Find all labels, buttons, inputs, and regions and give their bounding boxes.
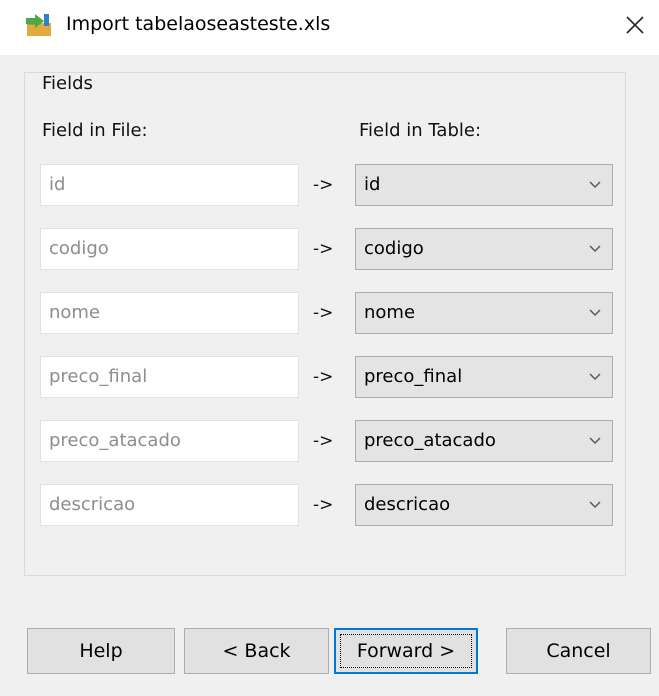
close-button[interactable] (618, 8, 652, 42)
help-button[interactable]: Help (27, 628, 175, 674)
forward-button-label: Forward > (339, 634, 473, 668)
back-button[interactable]: < Back (184, 628, 329, 674)
mapping-row: id -> id (0, 164, 659, 210)
chevron-down-icon (589, 245, 601, 252)
chevron-down-icon (589, 181, 601, 188)
back-button-label: < Back (222, 640, 291, 662)
file-field-input[interactable]: descricao (40, 484, 299, 526)
table-field-value: preco_atacado (364, 430, 496, 451)
import-dialog: Import tabelaoseasteste.xls Fields Field… (0, 0, 659, 696)
import-arrow-icon (26, 14, 51, 36)
chevron-down-icon (589, 373, 601, 380)
mapping-arrow: -> (313, 239, 334, 259)
table-field-select[interactable]: codigo (355, 228, 613, 270)
field-in-file-header: Field in File: (42, 120, 148, 141)
mapping-arrow: -> (313, 303, 334, 323)
title-bar: Import tabelaoseasteste.xls (0, 0, 659, 55)
table-field-value: codigo (364, 238, 424, 259)
file-field-input[interactable]: codigo (40, 228, 299, 270)
table-field-select[interactable]: id (355, 164, 613, 206)
mapping-row: preco_final -> preco_final (0, 356, 659, 402)
mapping-row: codigo -> codigo (0, 228, 659, 274)
forward-button[interactable]: Forward > (334, 628, 478, 674)
file-field-input[interactable]: nome (40, 292, 299, 334)
close-icon (626, 16, 644, 34)
table-field-select[interactable]: descricao (355, 484, 613, 526)
table-field-select[interactable]: preco_atacado (355, 420, 613, 462)
cancel-button-label: Cancel (546, 640, 611, 662)
file-field-input[interactable]: preco_atacado (40, 420, 299, 462)
mapping-arrow: -> (313, 175, 334, 195)
chevron-down-icon (589, 309, 601, 316)
table-field-select[interactable]: preco_final (355, 356, 613, 398)
fields-legend: Fields (42, 73, 93, 94)
mapping-row: preco_atacado -> preco_atacado (0, 420, 659, 466)
file-field-input[interactable]: preco_final (40, 356, 299, 398)
table-field-select[interactable]: nome (355, 292, 613, 334)
chevron-down-icon (589, 437, 601, 444)
table-field-value: nome (364, 302, 416, 323)
mapping-arrow: -> (313, 495, 334, 515)
table-field-value: id (364, 174, 381, 195)
window-title: Import tabelaoseasteste.xls (66, 13, 331, 35)
mapping-arrow: -> (313, 431, 334, 451)
mapping-row: nome -> nome (0, 292, 659, 338)
table-field-value: preco_final (364, 366, 463, 387)
help-button-label: Help (79, 640, 123, 662)
file-field-input[interactable]: id (40, 164, 299, 206)
cancel-button[interactable]: Cancel (506, 628, 651, 674)
table-field-value: descricao (364, 494, 451, 515)
mapping-row: descricao -> descricao (0, 484, 659, 530)
field-in-table-header: Field in Table: (359, 120, 482, 141)
chevron-down-icon (589, 501, 601, 508)
mapping-arrow: -> (313, 367, 334, 387)
